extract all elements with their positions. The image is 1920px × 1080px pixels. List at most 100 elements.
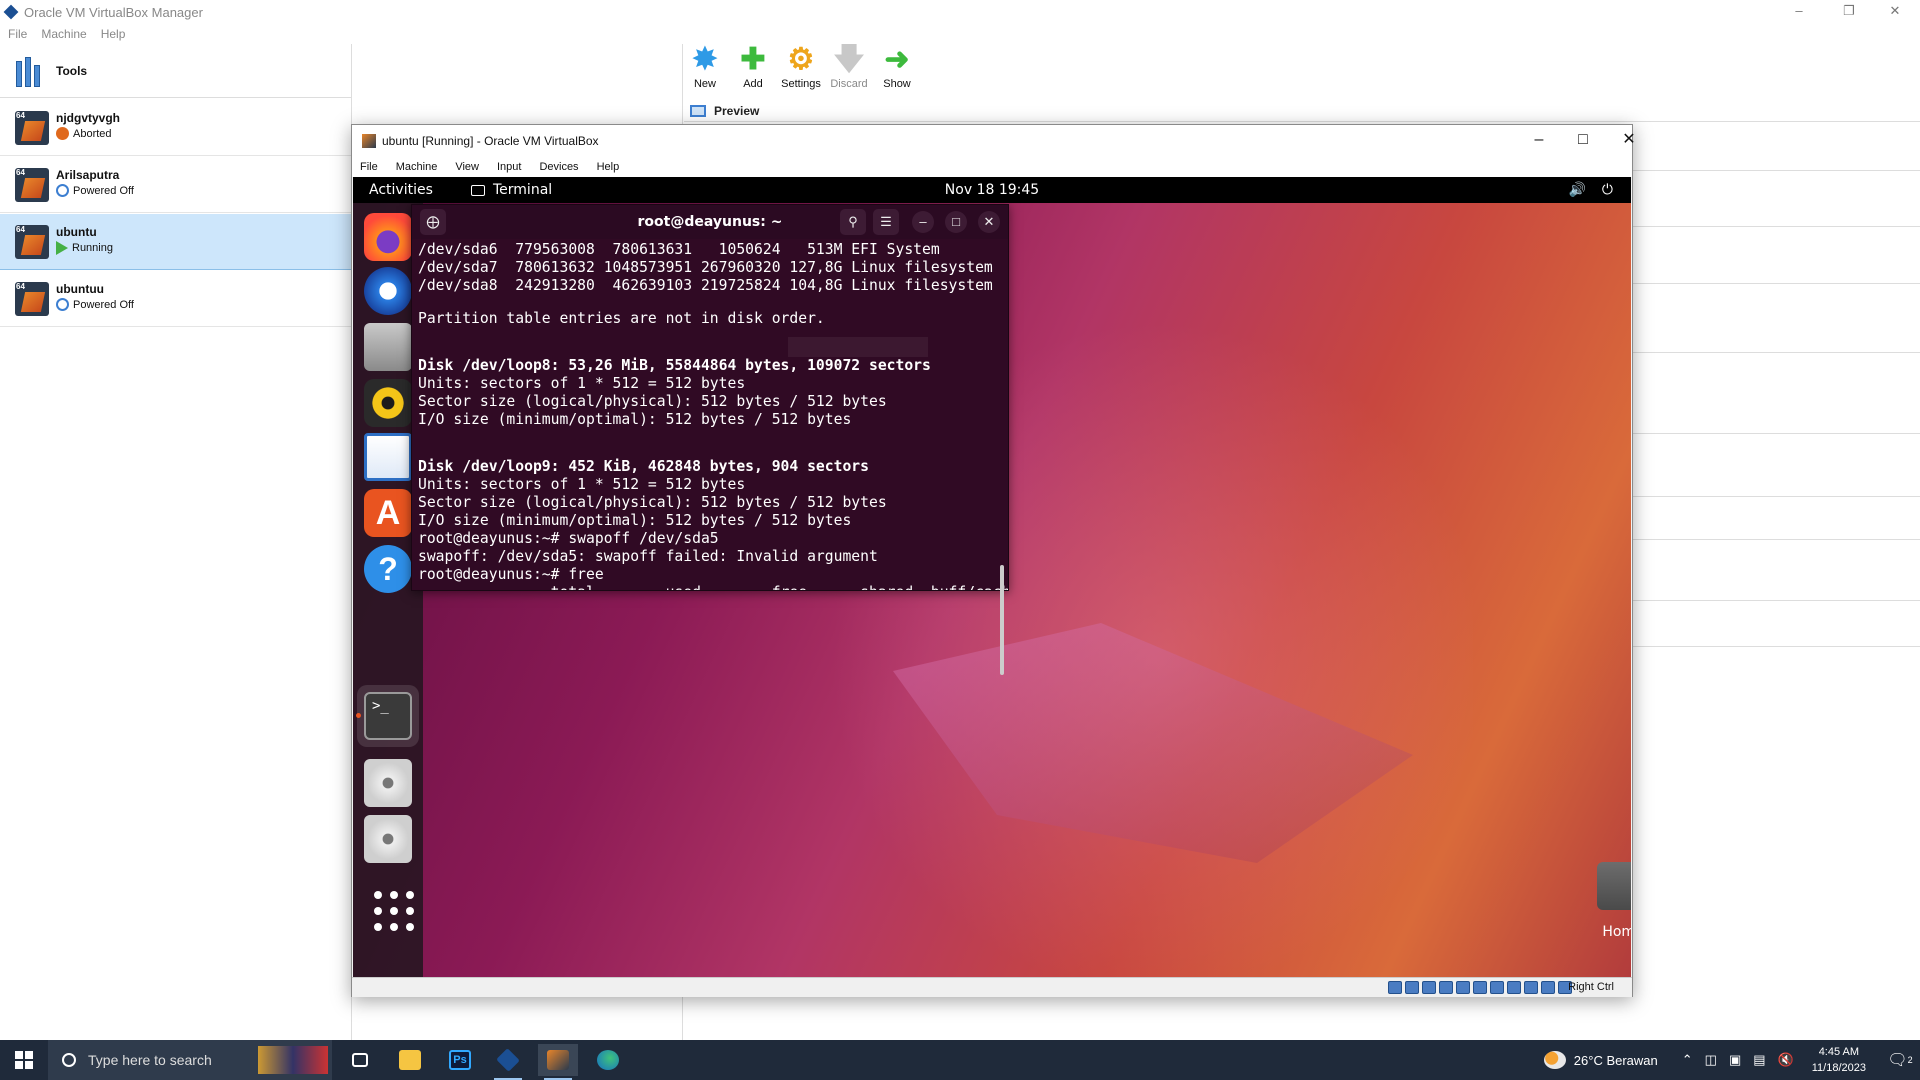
minimize-button[interactable]: – [1776,0,1822,24]
terminal-scrollbar[interactable] [1000,565,1004,675]
settings-label: Settings [781,78,821,90]
start-button[interactable] [0,1040,48,1080]
taskbar-search-box[interactable]: Type here to search [48,1040,332,1080]
help-icon[interactable]: ? [364,545,412,593]
shared-folder-icon[interactable] [1473,981,1487,994]
vm-menu-file[interactable]: File [360,161,378,173]
vm-menu-input[interactable]: Input [497,161,521,173]
preview-section[interactable]: Preview [684,100,1920,122]
menu-machine[interactable]: Machine [41,27,86,41]
notification-center-icon[interactable]: 🗨 2 [1880,1040,1920,1080]
ubuntu-64-os-icon [15,225,49,259]
terminal-line: Disk /dev/loop8: 53,26 MiB, 55844864 byt… [418,357,931,375]
guest-clock[interactable]: Nov 18 19:45 [353,182,1631,198]
vm-menu-help[interactable]: Help [597,161,620,173]
rhythmbox-icon[interactable] [364,379,412,427]
terminal-minimize-button[interactable]: – [912,211,934,233]
terminal-line: root@deayunus:~# swapoff /dev/sda5 [418,530,719,548]
taskbar-clock[interactable]: 4:45 AM 11/18/2023 [1812,1044,1866,1076]
firefox-icon[interactable] [364,213,412,261]
vm-state: Aborted [56,127,112,140]
display-icon[interactable] [1490,981,1504,994]
host-key-label: Right Ctrl [1568,981,1614,993]
task-view-icon[interactable] [340,1044,380,1076]
guest-system-tray[interactable]: 🔊 ⏻ [1568,182,1613,198]
close-button[interactable]: ✕ [1872,0,1918,24]
discard-button[interactable]: 🡇 Discard [828,44,870,100]
disc-icon[interactable] [364,815,412,863]
vm-item-njdgvtyvgh[interactable]: njdgvtyvgh Aborted [0,100,352,156]
optical-drive-icon[interactable] [1405,981,1419,994]
restore-button[interactable]: ❐ [1826,0,1872,24]
vm-item-ubuntuu[interactable]: ubuntuu Powered Off [0,271,352,327]
vm-window-title-bar[interactable]: ubuntu [Running] - Oracle VM VirtualBox … [352,125,1636,157]
search-icon[interactable]: ⚲ [840,209,866,235]
virtualbox-tray-icon[interactable]: ▣ [1729,1052,1741,1068]
vm-maximize-button[interactable]: □ [1560,125,1606,157]
edge-icon[interactable] [588,1044,628,1076]
libreoffice-writer-icon[interactable] [364,433,412,481]
system-tray: 26°C Berawan ⌃ ◫ ▣ ▤ 🔇 4:45 AM 11/18/2023… [1543,1040,1920,1080]
vm-state-label: Powered Off [73,298,134,311]
home-desktop-icon[interactable]: Home [1583,862,1631,940]
hdd-icon[interactable] [1388,981,1402,994]
gear-icon: ⚙ [787,43,815,76]
vm-item-ubuntu[interactable]: ubuntu Running [0,214,352,270]
manager-menu-bar: File Machine Help [0,24,125,44]
hamburger-menu-icon[interactable]: ☰ [873,209,899,235]
network-icon[interactable]: ▤ [1753,1052,1765,1068]
vm-status-bar: Right Ctrl [352,977,1632,997]
detail-divider [1630,496,1920,497]
terminal-icon[interactable]: >_ [364,692,412,740]
guest-screen[interactable]: Activities Terminal Nov 18 19:45 🔊 ⏻ A ? … [353,177,1631,977]
gnome-top-bar: Activities Terminal Nov 18 19:45 🔊 ⏻ [353,177,1631,203]
powered-off-icon [56,298,69,311]
chevron-up-icon[interactable]: ⌃ [1682,1052,1693,1068]
files-icon[interactable] [364,323,412,371]
cpu-icon[interactable] [1524,981,1538,994]
new-gear-icon: ✸ [692,43,718,76]
app-center-icon[interactable]: A [364,489,412,537]
show-button[interactable]: ➜ Show [876,44,918,100]
vm-menu-devices[interactable]: Devices [539,161,578,173]
settings-button[interactable]: ⚙ Settings [780,44,822,100]
thunderbird-icon[interactable] [364,267,412,315]
vm-minimize-button[interactable]: – [1516,125,1562,157]
network-icon[interactable] [1439,981,1453,994]
file-explorer-icon[interactable] [390,1044,430,1076]
add-button[interactable]: ✚ Add [732,44,774,100]
terminal-maximize-button[interactable]: □ [945,211,967,233]
vm-state-label: Powered Off [73,184,134,197]
disc-icon[interactable] [364,759,412,807]
down-arrow-icon: 🡇 [833,43,865,76]
vm-close-button[interactable]: ✕ [1606,125,1652,157]
vm-menu-view[interactable]: View [455,161,479,173]
terminal-output[interactable]: /dev/sda6 779563008 780613631 1050624 51… [412,239,1008,590]
terminal-header[interactable]: ⨁ root@deayunus: ~ ⚲ ☰ – □ ✕ [412,205,1008,239]
terminal-close-button[interactable]: ✕ [978,211,1000,233]
menu-file[interactable]: File [8,27,27,41]
vm-name: Arilsaputra [56,168,120,182]
menu-help[interactable]: Help [101,27,126,41]
new-button[interactable]: ✸ New [684,44,726,100]
virtualbox-vm-icon[interactable] [538,1044,578,1080]
vm-item-arilsaputra[interactable]: Arilsaputra Powered Off [0,157,352,213]
volume-muted-icon[interactable]: 🔇 [1778,1052,1794,1068]
virtualbox-manager-icon[interactable] [488,1044,528,1080]
vm-menu-machine[interactable]: Machine [396,161,438,173]
terminal-window[interactable]: ⨁ root@deayunus: ~ ⚲ ☰ – □ ✕ /dev/sda6 7… [411,204,1009,675]
tools-item[interactable]: Tools [0,44,352,98]
tools-label: Tools [56,63,88,78]
weather-widget[interactable]: 26°C Berawan [1543,1051,1658,1069]
mouse-integration-icon[interactable] [1541,981,1555,994]
recording-icon[interactable] [1507,981,1521,994]
detail-divider [1630,170,1920,171]
device-status-icons[interactable] [1388,981,1572,994]
audio-icon[interactable] [1422,981,1436,994]
meet-icon[interactable]: ◫ [1705,1052,1717,1068]
usb-icon[interactable] [1456,981,1470,994]
wallpaper-shape [893,623,1413,863]
terminal-line: Sector size (logical/physical): 512 byte… [418,393,887,411]
photoshop-icon[interactable]: Ps [440,1044,480,1076]
show-apps-icon[interactable] [364,883,414,931]
